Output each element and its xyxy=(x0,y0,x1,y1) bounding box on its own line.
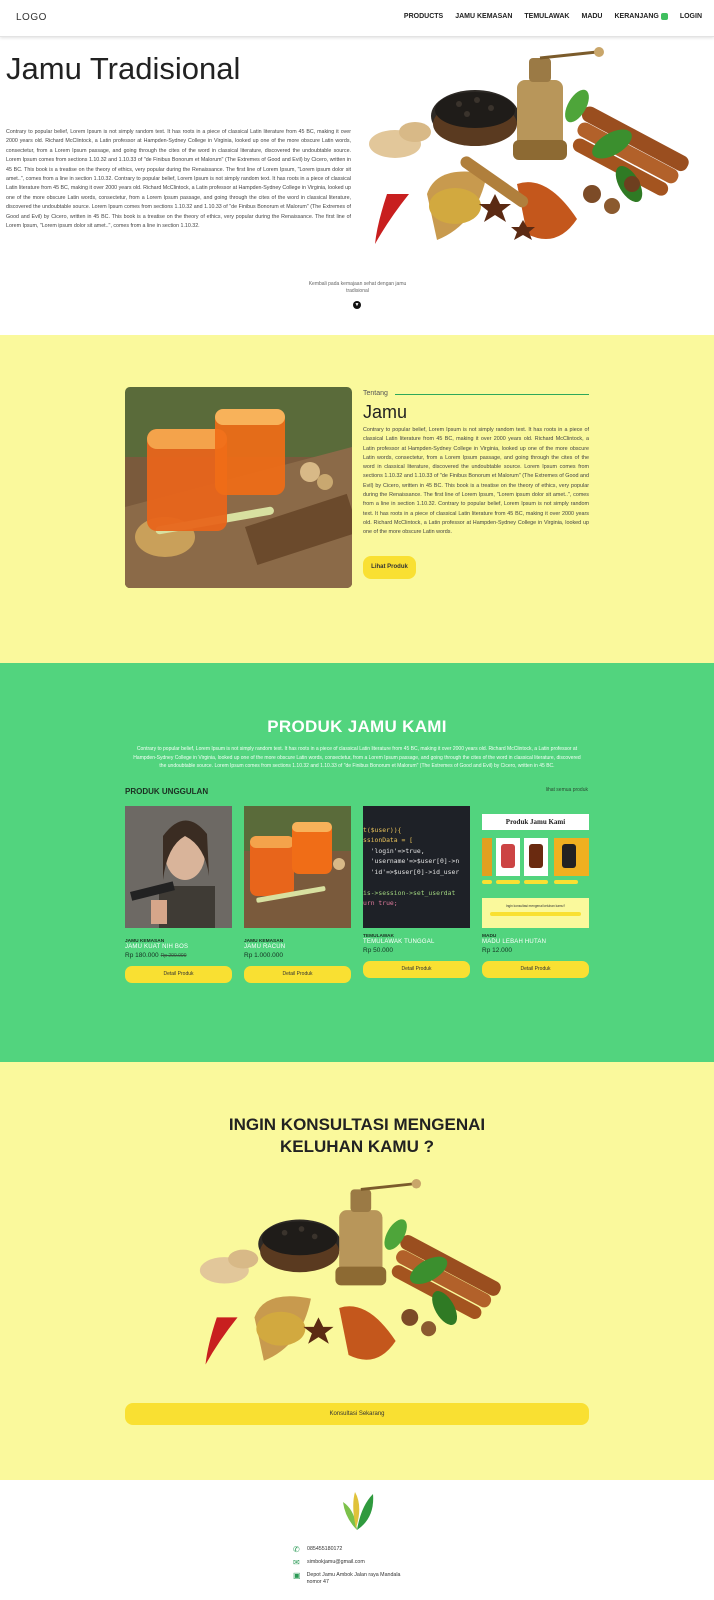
code-line: 'username'=>$user[0]->n xyxy=(363,857,460,865)
top-navbar: LOGO PRODUCTS JAMU KEMASAN TEMULAWAK MAD… xyxy=(0,0,714,37)
about-section: Tentang Jamu Contrary to popular belief,… xyxy=(0,335,714,663)
ginger-root xyxy=(369,122,431,158)
featured-products-heading: PRODUK UNGGULAN xyxy=(125,787,209,796)
code-line: 'id'=>$user[0]->id_user xyxy=(363,867,460,876)
site-logo[interactable]: LOGO xyxy=(16,12,47,23)
product-current-price: Rp 12.000 xyxy=(482,947,512,954)
mini-site-title: Produk Jamu Kami xyxy=(505,818,566,826)
nutmeg xyxy=(624,176,640,192)
nav-item-temulawak[interactable]: TEMULAWAK xyxy=(524,13,569,20)
ginger-root xyxy=(199,1249,259,1284)
product-card[interactable]: JAMU KEMASAN JAMU RACUN Rp 1.000.000 Det… xyxy=(244,806,351,983)
product-price: Rp 50.000 xyxy=(363,947,470,954)
product-current-price: Rp 1.000.000 xyxy=(244,952,284,959)
mini-site-products xyxy=(482,830,589,898)
pepper-bowl xyxy=(431,90,519,146)
herbs-spices-image xyxy=(199,1179,501,1365)
spice-grinder xyxy=(513,47,604,160)
spice-grinder xyxy=(335,1179,422,1286)
cart-badge xyxy=(660,13,668,20)
product-image xyxy=(244,806,351,928)
see-all-products-link[interactable]: lihat semua produk xyxy=(546,787,588,793)
view-products-button[interactable]: Lihat Produk xyxy=(363,556,416,579)
consultation-title: INGIN KONSULTASI MENGENAI KELUHAN KAMU ? xyxy=(228,1115,486,1156)
code-line: urn true; xyxy=(363,899,398,907)
footer-email[interactable]: ✉ simbokjamu@gmail.com xyxy=(293,1559,365,1567)
footer-address-text: Depot Jamu Ambok Jalan raya Mandala nomo… xyxy=(306,1572,401,1585)
code-line: is->session->set_userdat xyxy=(363,888,456,897)
about-title: Jamu xyxy=(363,402,408,422)
product-detail-button[interactable]: Detail Produk xyxy=(244,966,351,983)
about-text: Contrary to popular belief, Lorem Ipsum … xyxy=(363,427,589,536)
consult-now-button[interactable]: Konsultasi Sekarang xyxy=(125,1403,589,1425)
whatsapp-icon: ✆ xyxy=(293,1545,300,1554)
nav-item-keranjang[interactable]: KERANJANG xyxy=(614,13,668,20)
product-detail-button[interactable]: Detail Produk xyxy=(482,961,589,978)
nutmeg xyxy=(583,185,601,203)
nav-item-jamu-kemasan[interactable]: JAMU KEMASAN xyxy=(455,13,512,20)
chili-pepper xyxy=(375,194,409,244)
product-name: JAMU KUAT NIH BOS xyxy=(125,944,189,950)
product-price: Rp 12.000 xyxy=(482,947,589,954)
product-image xyxy=(125,806,232,928)
products-title: PRODUK JAMU KAMI xyxy=(267,717,447,736)
nutmeg xyxy=(604,198,620,214)
scroll-down-button[interactable]: ▼ xyxy=(353,301,361,309)
star-anise xyxy=(303,1317,334,1344)
product-old-price: Rp 200.000 xyxy=(160,953,187,959)
products-description: Contrary to popular belief, Lorem Ipsum … xyxy=(133,746,581,770)
code-line: 'login'=>true, xyxy=(363,846,425,855)
product-name: MADU LEBAH HUTAN xyxy=(482,939,547,945)
nav-item-madu[interactable]: MADU xyxy=(581,13,602,20)
about-divider xyxy=(395,394,589,395)
product-name: JAMU RACUN xyxy=(244,944,286,950)
product-card[interactable]: Produk Jamu Kami Ingin konsultasi mengen… xyxy=(482,806,589,978)
product-card[interactable]: JAMU KEMASAN JAMU KUAT NIH BOS Rp 180.00… xyxy=(125,806,232,983)
product-card[interactable]: t($user)){ ssionData = [ 'login'=>true, … xyxy=(363,806,470,978)
chili-pepper xyxy=(205,1317,238,1365)
mini-site-footer: Ingin konsultasi mengenai keluhan kamu? xyxy=(482,898,589,928)
product-name: TEMULAWAK TUNGGAL xyxy=(363,939,435,945)
nav-item-login[interactable]: LOGIN xyxy=(680,13,702,20)
leaf-logo-icon xyxy=(343,1492,374,1530)
product-price: Rp 1.000.000 xyxy=(244,952,351,959)
spice-scoops xyxy=(427,156,577,240)
nav-item-products[interactable]: PRODUCTS xyxy=(404,13,443,20)
mail-icon: ✉ xyxy=(293,1558,300,1567)
map-icon: ▣ xyxy=(293,1571,301,1580)
nav-menu: PRODUCTS JAMU KEMASAN TEMULAWAK MADU KER… xyxy=(404,13,702,20)
footer-phone[interactable]: ✆ 085455180172 xyxy=(293,1546,342,1554)
product-image: Produk Jamu Kami Ingin konsultasi mengen… xyxy=(482,806,589,928)
hero-title: Jamu Tradisional xyxy=(6,51,241,86)
nutmeg xyxy=(421,1321,437,1337)
product-current-price: Rp 50.000 xyxy=(363,947,393,954)
chevron-down-icon: ▼ xyxy=(354,302,360,308)
pepper-bowl xyxy=(258,1219,342,1273)
mini-site-caption: Ingin konsultasi mengenai keluhan kamu? xyxy=(505,904,566,908)
footer: ✆ 085455180172 ✉ simbokjamu@gmail.com ▣ … xyxy=(0,1480,714,1600)
about-label: Tentang xyxy=(363,390,388,397)
code-line: ssionData = [ xyxy=(363,836,414,844)
hero-text: Contrary to popular belief, Lorem Ipsum … xyxy=(6,129,351,230)
footer-address[interactable]: ▣ Depot Jamu Ambok Jalan raya Mandala no… xyxy=(293,1572,413,1586)
product-image: t($user)){ ssionData = [ 'login'=>true, … xyxy=(363,806,470,928)
herbs-spices-image xyxy=(369,47,689,244)
products-section: PRODUK JAMU KAMI Contrary to popular bel… xyxy=(0,663,714,1062)
mini-site-bar xyxy=(482,806,589,814)
footer-phone-text: 085455180172 xyxy=(307,1546,343,1552)
consultation-section: INGIN KONSULTASI MENGENAI KELUHAN KAMU ? xyxy=(0,1062,714,1480)
product-detail-button[interactable]: Detail Produk xyxy=(125,966,232,983)
nutmeg xyxy=(401,1308,419,1326)
product-price: Rp 180.000 Rp 200.000 xyxy=(125,952,232,959)
nav-item-keranjang-label: KERANJANG xyxy=(614,13,659,20)
product-detail-button[interactable]: Detail Produk xyxy=(363,961,470,978)
product-current-price: Rp 180.000 xyxy=(125,952,159,959)
scroll-hint-text: Kembali pada kemajaan sehat dengan jamu … xyxy=(308,281,407,294)
code-line: t($user)){ xyxy=(363,825,402,834)
jamu-drink-photo xyxy=(125,387,352,588)
footer-email-text: simbokjamu@gmail.com xyxy=(307,1559,365,1565)
